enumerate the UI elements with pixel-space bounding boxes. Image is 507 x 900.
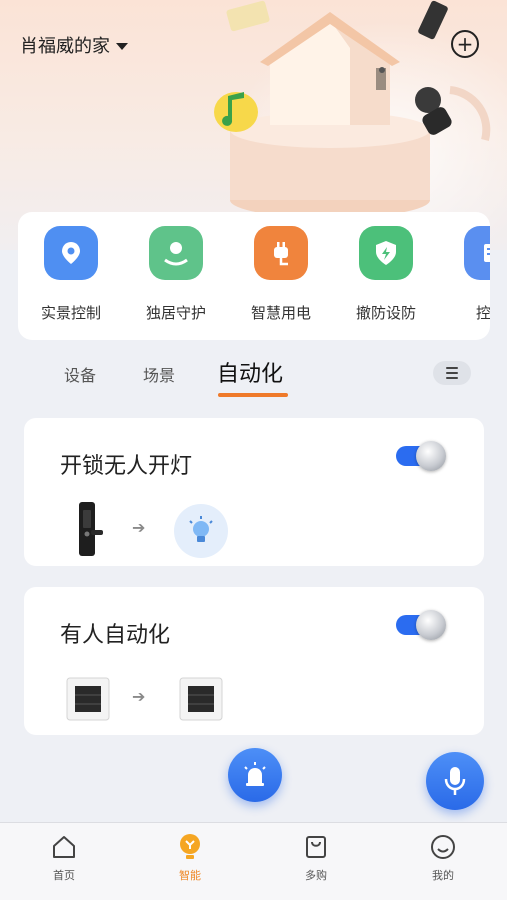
nav-shop[interactable]: 多购 (276, 831, 356, 883)
tab-scenes[interactable]: 场景 (143, 362, 175, 386)
plus-icon: + (456, 32, 474, 56)
home-icon (53, 836, 75, 858)
power-plug-icon (254, 226, 308, 280)
automation-card[interactable]: 开锁无人开灯 ➔ (24, 418, 484, 566)
quick-action-label: 独居守护 (145, 304, 206, 322)
switch-panel-icon (66, 677, 110, 721)
quick-action-label: 撤防设防 (355, 304, 416, 322)
switch-panel-icon (179, 677, 223, 721)
automation-title: 开锁无人开灯 (60, 454, 193, 479)
control-panel-icon (464, 226, 490, 280)
caret-down-icon (116, 42, 128, 50)
add-button[interactable]: + (451, 30, 479, 58)
quick-action-scene-control[interactable]: 实景控制 (21, 226, 121, 323)
bottom-navigation: 首页 智能 多购 我的 (0, 822, 507, 900)
shield-bolt-icon (359, 226, 413, 280)
microphone-icon (444, 767, 466, 795)
tab-bar: 设备 场景 自动化 (0, 352, 507, 402)
nav-label: 智能 (179, 869, 201, 882)
nav-home[interactable]: 首页 (24, 831, 104, 883)
menu-line-icon (446, 367, 458, 369)
menu-line-icon (446, 377, 458, 379)
location-pin-icon (44, 226, 98, 280)
voice-button[interactable] (426, 752, 484, 810)
list-menu-button[interactable] (433, 361, 471, 385)
nav-label: 首页 (53, 869, 75, 882)
nav-label: 我的 (432, 869, 454, 882)
quick-action-guard[interactable]: 独居守护 (126, 226, 226, 323)
automation-title: 有人自动化 (60, 623, 171, 648)
siren-icon (244, 762, 266, 786)
active-tab-indicator (218, 393, 288, 397)
quick-action-arm-disarm[interactable]: 撤防设防 (336, 226, 436, 323)
arrow-right-icon: ➔ (132, 687, 146, 706)
nav-smart[interactable]: 智能 (150, 831, 230, 883)
alarm-button[interactable] (228, 748, 282, 802)
quick-action-label: 实景控制 (40, 304, 101, 322)
tab-devices[interactable]: 设备 (64, 362, 96, 386)
person-guard-icon (149, 226, 203, 280)
quick-action-label: 控制 (475, 304, 490, 322)
quick-action-control[interactable]: 控制 (441, 226, 490, 323)
door-lock-icon (79, 502, 103, 556)
automation-toggle[interactable] (396, 610, 446, 640)
light-bulb-icon (174, 504, 228, 558)
quick-actions-card: 实景控制 独居守护 智慧用电 撤防设防 控制 (18, 212, 490, 340)
arrow-right-icon: ➔ (132, 518, 146, 537)
home-selector[interactable]: 肖福威的家 (20, 32, 128, 58)
quick-action-smart-power[interactable]: 智慧用电 (231, 226, 331, 323)
nav-label: 多购 (305, 869, 327, 882)
quick-action-label: 智慧用电 (250, 304, 311, 322)
toggle-knob (416, 441, 446, 471)
shopping-bag-icon (306, 836, 326, 858)
smart-bulb-icon (180, 834, 200, 859)
smiley-icon (431, 835, 455, 859)
toggle-knob (416, 610, 446, 640)
home-name: 肖福威的家 (20, 36, 110, 57)
nav-mine[interactable]: 我的 (403, 831, 483, 883)
automation-card[interactable]: 有人自动化 ➔ (24, 587, 484, 735)
menu-line-icon (446, 372, 458, 374)
automation-toggle[interactable] (396, 441, 446, 471)
tab-automation[interactable]: 自动化 (217, 356, 283, 388)
